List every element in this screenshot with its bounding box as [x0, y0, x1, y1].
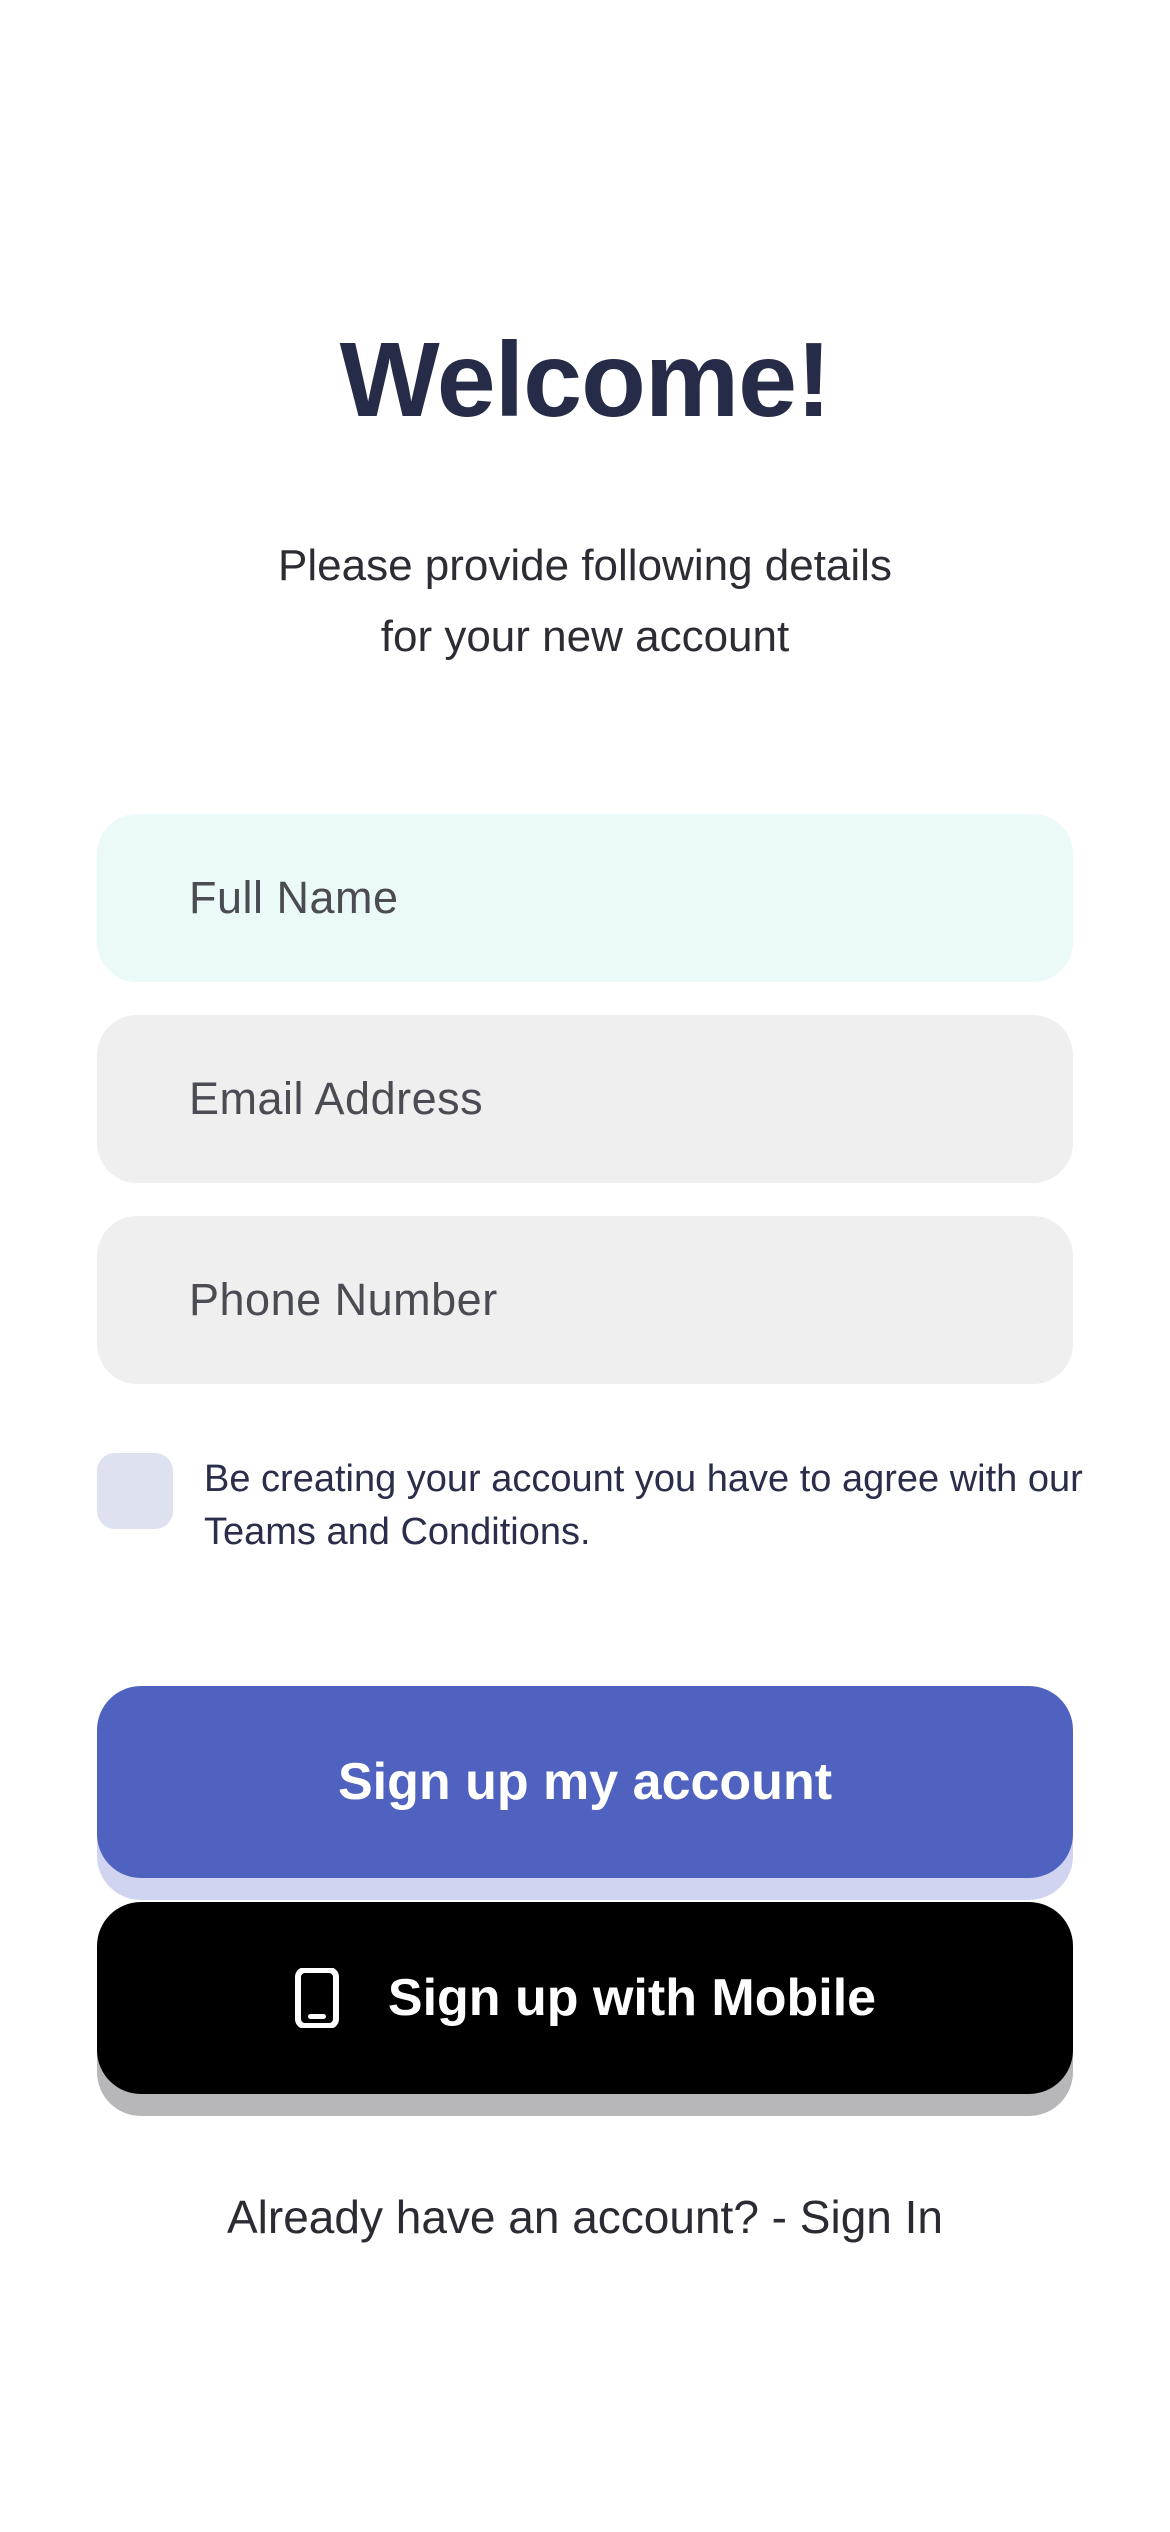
signup-button-label: Sign up my account [337, 1753, 833, 1811]
mobile-phone-icon [294, 1968, 339, 2028]
mobile-signup-button-wrap: Sign up with Mobile [97, 1902, 1073, 2116]
signin-link[interactable]: Sign In [800, 2191, 943, 2243]
signup-screen: Welcome! Please provide following detail… [0, 0, 1170, 2532]
signin-prompt-text: Already have an account? - [226, 2191, 800, 2243]
email-input[interactable] [187, 1072, 1073, 1126]
phone-field[interactable] [97, 1216, 1073, 1384]
phone-input[interactable] [187, 1273, 1073, 1327]
mobile-signup-button-label: Sign up with Mobile [387, 1969, 877, 2027]
email-field[interactable] [97, 1015, 1073, 1183]
full-name-input[interactable] [187, 871, 1073, 925]
page-subtitle: Please provide following details for you… [278, 541, 892, 661]
terms-checkbox[interactable] [97, 1453, 173, 1529]
signup-button-wrap: Sign up my account [97, 1686, 1073, 1900]
signup-button[interactable]: Sign up my account [97, 1686, 1073, 1878]
full-name-field[interactable] [97, 814, 1073, 982]
mobile-signup-button[interactable]: Sign up with Mobile [97, 1902, 1073, 2094]
signin-prompt: Already have an account? - Sign In [0, 2190, 1170, 2244]
terms-text: Be creating your account you have to agr… [204, 1458, 1083, 1553]
page-title: Welcome! [339, 321, 832, 439]
